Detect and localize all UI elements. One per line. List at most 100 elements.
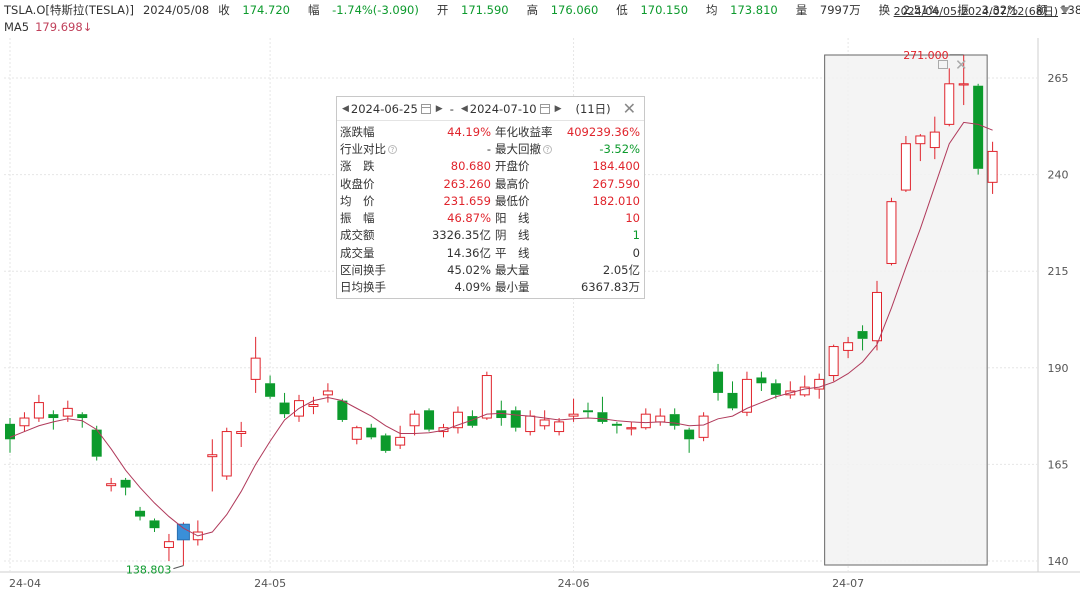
end-date-picker[interactable]: 2024-07-10 <box>470 102 553 116</box>
candle[interactable] <box>684 427 695 453</box>
candle[interactable] <box>583 402 593 419</box>
min-label-leader <box>173 565 184 570</box>
candle-body <box>915 135 926 145</box>
candle-body <box>135 510 146 517</box>
range-dropdown-icon[interactable] <box>1060 7 1070 14</box>
candle[interactable] <box>322 383 333 403</box>
stat-label: 涨跌幅 <box>340 124 375 139</box>
candle[interactable] <box>727 381 738 411</box>
stat-label: 均 价 <box>340 193 375 208</box>
candle-body <box>756 377 767 384</box>
candle-body <box>120 479 131 488</box>
candle[interactable] <box>828 344 839 382</box>
close-label: 收 <box>218 3 230 17</box>
start-date-picker[interactable]: 2024-06-25 <box>351 102 434 116</box>
stat-value: 231.659 <box>443 193 491 208</box>
candle[interactable] <box>640 408 651 430</box>
candle[interactable] <box>785 381 796 399</box>
candle-body <box>308 404 319 407</box>
candle[interactable] <box>265 375 276 399</box>
stats-row: 成交量 14.36亿平 线 0 <box>337 244 644 261</box>
candle[interactable] <box>48 410 59 430</box>
candle[interactable] <box>741 371 752 417</box>
candle[interactable] <box>409 410 420 436</box>
ma-legend: MA5 179.698↓ <box>4 20 92 34</box>
x-tick-label: 24-04 <box>9 577 41 590</box>
candle[interactable] <box>308 396 319 415</box>
candle[interactable] <box>973 83 984 175</box>
stat-value: 3326.35亿 <box>431 228 491 243</box>
candle[interactable] <box>106 477 117 492</box>
help-icon[interactable]: ? <box>543 144 552 154</box>
prev-arrow-icon[interactable]: ◀ <box>342 104 349 114</box>
candle-body <box>236 431 247 434</box>
candle[interactable] <box>611 421 622 434</box>
candle[interactable] <box>395 425 406 449</box>
candle[interactable] <box>424 408 435 432</box>
candle[interactable] <box>19 412 30 432</box>
candle[interactable] <box>192 520 203 546</box>
candle[interactable] <box>626 421 637 436</box>
candle[interactable] <box>481 371 492 420</box>
candle-body <box>770 383 781 395</box>
candle[interactable] <box>33 394 44 422</box>
next-arrow-icon[interactable]: ▶ <box>555 104 562 114</box>
candle-body <box>597 412 608 422</box>
x-tick-label: 24-06 <box>558 577 590 590</box>
candle[interactable] <box>987 141 998 194</box>
candle-body <box>583 410 593 413</box>
candle[interactable] <box>554 418 565 436</box>
y-tick-label: 165 <box>1048 458 1069 471</box>
candle-body <box>163 541 174 548</box>
candle[interactable] <box>135 506 146 521</box>
candle[interactable] <box>279 392 290 419</box>
candle[interactable] <box>698 412 709 442</box>
interval-selection[interactable] <box>824 54 988 566</box>
candle[interactable] <box>351 425 362 445</box>
candle-body <box>48 414 59 419</box>
candle[interactable] <box>756 371 767 391</box>
candle[interactable] <box>900 135 911 192</box>
start-date: 2024-06-25 <box>350 101 418 116</box>
prev-arrow-icon[interactable]: ◀ <box>461 104 468 114</box>
candle[interactable] <box>149 518 160 533</box>
candle[interactable] <box>91 425 102 461</box>
candle[interactable] <box>799 375 810 397</box>
help-icon[interactable]: ? <box>388 144 397 154</box>
stat-label: 成交量 <box>340 245 375 260</box>
candle[interactable] <box>510 406 521 432</box>
candle[interactable] <box>713 363 724 401</box>
candle[interactable] <box>452 406 463 434</box>
candle[interactable] <box>236 421 247 448</box>
candle[interactable] <box>221 427 232 480</box>
candle[interactable] <box>207 439 218 492</box>
y-tick-label: 215 <box>1048 265 1069 278</box>
candle[interactable] <box>669 408 680 430</box>
candle-body <box>539 419 550 427</box>
symbol-name[interactable]: TSLA.O[特斯拉(TESLA)] <box>4 2 134 18</box>
candle[interactable] <box>525 410 536 436</box>
stat-value: 409239.36% <box>566 124 640 139</box>
candle[interactable] <box>539 410 550 430</box>
stat-value: 267.590 <box>592 176 640 191</box>
candle[interactable] <box>380 433 391 453</box>
candle[interactable] <box>366 423 377 440</box>
calendar-icon <box>420 103 431 114</box>
candle[interactable] <box>163 533 174 561</box>
interval-stats-popup: ◀ 2024-06-25 ▶ - ◀ 2024-07-10 ▶ (11日) ✕ … <box>336 96 645 299</box>
stat-label: 年化收益率 <box>495 124 553 139</box>
candle[interactable] <box>176 522 190 566</box>
close-icon[interactable]: ✕ <box>623 99 636 118</box>
ma-label: MA5 <box>4 20 30 34</box>
selection-close-icon[interactable]: ✕ <box>955 56 968 74</box>
candle-highlight <box>176 523 190 541</box>
candle[interactable] <box>120 477 131 496</box>
candle[interactable] <box>250 336 261 393</box>
stat-value: 182.010 <box>592 193 640 208</box>
date-range-link[interactable]: 2024/04/05-2024/07/12(68日) <box>894 3 1058 19</box>
candle[interactable] <box>886 197 897 266</box>
candle-body <box>77 414 88 419</box>
selection-expand-icon[interactable] <box>938 60 948 69</box>
next-arrow-icon[interactable]: ▶ <box>436 104 443 114</box>
candle[interactable] <box>655 408 666 426</box>
